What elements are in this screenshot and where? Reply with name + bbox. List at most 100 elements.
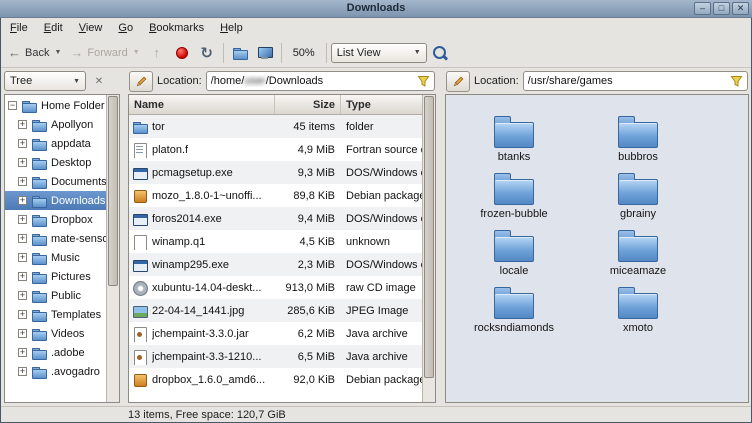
tree-expander-icon[interactable]: − <box>8 101 17 110</box>
table-row[interactable]: winamp.q14,5 KiBunknown <box>129 230 422 253</box>
folder-item-rocksndiamonds[interactable]: rocksndiamonds <box>452 286 576 334</box>
table-row[interactable]: pcmagsetup.exe9,3 MiBDOS/Windows executa… <box>129 161 422 184</box>
table-row[interactable]: xubuntu-14.04-deskt...913,0 MiBraw CD im… <box>129 276 422 299</box>
scrollbar-thumb[interactable] <box>108 96 118 286</box>
sidebar-item-templates[interactable]: +Templates <box>5 305 106 324</box>
menu-bookmarks[interactable]: Bookmarks <box>141 19 212 37</box>
table-row[interactable]: dropbox_1.6.0_amd6...92,0 KiBDebian pack… <box>129 368 422 391</box>
table-row[interactable]: jchempaint-3.3-1210...6,5 MiBJava archiv… <box>129 345 422 368</box>
folder-item-gbrainy[interactable]: gbrainy <box>576 172 700 220</box>
tree-expander-icon[interactable]: + <box>18 272 27 281</box>
tree-expander-icon[interactable]: + <box>18 139 27 148</box>
sidebar-item-mate-sensors[interactable]: +mate-sensors- <box>5 229 106 248</box>
folder-item-bubbros[interactable]: bubbros <box>576 115 700 163</box>
tree-expander-icon[interactable]: + <box>18 310 27 319</box>
file-type: DOS/Windows executable <box>341 259 422 271</box>
file-name: winamp.q1 <box>152 236 205 248</box>
file-name-cell: pcmagsetup.exe <box>129 165 275 181</box>
sidebar-item-music[interactable]: +Music <box>5 248 106 267</box>
folder-item-xmoto[interactable]: xmoto <box>576 286 700 334</box>
path-text: /home/user/Downloads <box>211 75 413 87</box>
tree-expander-icon[interactable]: + <box>18 253 27 262</box>
folder-item-btanks[interactable]: btanks <box>452 115 576 163</box>
tree-expander-icon[interactable]: + <box>18 234 27 243</box>
sidebar-item-label: appdata <box>51 138 91 150</box>
home-button[interactable] <box>228 42 252 64</box>
status-text: 13 items, Free space: 120,7 GiB <box>128 409 286 421</box>
java-archive-icon <box>132 326 148 342</box>
location-input-left[interactable]: /home/user/Downloads <box>206 71 435 91</box>
scrollbar-thumb[interactable] <box>424 96 434 378</box>
menu-bar: FileEditViewGoBookmarksHelp <box>0 18 752 38</box>
menu-file[interactable]: File <box>2 19 36 37</box>
forward-history-chevron-icon[interactable]: ▼ <box>133 49 144 56</box>
sidebar-item-adobe[interactable]: +.adobe <box>5 343 106 362</box>
tree-expander-icon[interactable]: + <box>18 348 27 357</box>
sidebar-item-documents[interactable]: +Documents <box>5 172 106 191</box>
menu-view[interactable]: View <box>71 19 111 37</box>
table-row[interactable]: 22-04-14_1441.jpg285,6 KiBJPEG Image <box>129 299 422 322</box>
tree-expander-icon[interactable]: + <box>18 291 27 300</box>
file-name-cell: jchempaint-3.3-1210... <box>129 349 275 365</box>
column-header-size[interactable]: Size <box>275 95 341 114</box>
filter-funnel-icon[interactable] <box>730 75 743 88</box>
table-row[interactable]: mozo_1.8.0-1~unoffi...89,8 KiBDebian pac… <box>129 184 422 207</box>
sidebar-close-button[interactable]: ✕ <box>90 72 108 90</box>
menu-go[interactable]: Go <box>110 19 141 37</box>
folder-item-locale[interactable]: locale <box>452 229 576 277</box>
tree-expander-icon[interactable]: + <box>18 367 27 376</box>
table-row[interactable]: foros2014.exe9,4 MiBDOS/Windows executab… <box>129 207 422 230</box>
sidebar-item-appdata[interactable]: + appdata <box>5 134 106 153</box>
sidebar-item-public[interactable]: +Public <box>5 286 106 305</box>
sidebar-item-dropbox[interactable]: +Dropbox <box>5 210 106 229</box>
tree-expander-icon[interactable]: + <box>18 329 27 338</box>
reload-button[interactable]: ↻ <box>195 42 219 64</box>
table-row[interactable]: platon.f4,9 MiBFortran source code <box>129 138 422 161</box>
view-mode-select[interactable]: List View ▼ <box>331 43 427 63</box>
title-bar[interactable]: Downloads – □ ✕ <box>0 0 752 18</box>
table-row[interactable]: jchempaint-3.3.0.jar6,2 MiBJava archive <box>129 322 422 345</box>
sidebar-item-pictures[interactable]: +Pictures <box>5 267 106 286</box>
desktop-button[interactable] <box>253 42 277 64</box>
tree-expander-icon[interactable]: + <box>18 196 27 205</box>
tree-expander-icon[interactable]: + <box>18 177 27 186</box>
sidebar-item-avogadro[interactable]: +.avogadro <box>5 362 106 381</box>
up-button[interactable]: ↑ <box>145 42 169 64</box>
menu-help[interactable]: Help <box>212 19 251 37</box>
table-row[interactable]: winamp295.exe2,3 MiBDOS/Windows executab… <box>129 253 422 276</box>
tree-expander-icon[interactable]: + <box>18 215 27 224</box>
sidebar-item-apollyon[interactable]: +Apollyon <box>5 115 106 134</box>
sidebar-item-downloads[interactable]: +Downloads <box>5 191 106 210</box>
file-list-scrollbar[interactable] <box>422 95 435 402</box>
file-name-cell: platon.f <box>129 142 275 158</box>
sidebar-tree: −Home Folder+Apollyon+appdata+Desktop+Do… <box>5 95 106 402</box>
folder-item-miceamaze[interactable]: miceamaze <box>576 229 700 277</box>
table-row[interactable]: tor45 itemsfolder <box>129 115 422 138</box>
back-history-chevron-icon[interactable]: ▼ <box>54 49 65 56</box>
folder-item-frozen-bubble[interactable]: frozen-bubble <box>452 172 576 220</box>
forward-button[interactable]: → Forward <box>66 43 131 62</box>
edit-location-button[interactable] <box>129 71 153 92</box>
sidebar-mode-select[interactable]: Tree ▼ <box>4 71 86 91</box>
sidebar-scrollbar[interactable] <box>106 95 119 402</box>
menu-edit[interactable]: Edit <box>36 19 71 37</box>
tree-expander-icon[interactable]: + <box>18 158 27 167</box>
search-button[interactable] <box>428 42 452 64</box>
location-input-right[interactable]: /usr/share/games <box>523 71 748 91</box>
minimize-button[interactable]: – <box>694 2 711 15</box>
sidebar-item-home-folder[interactable]: −Home Folder <box>5 96 106 115</box>
column-header-name[interactable]: Name <box>129 95 275 114</box>
folder-icon <box>618 122 658 148</box>
column-header-type[interactable]: Type <box>341 95 422 114</box>
close-button[interactable]: ✕ <box>732 2 749 15</box>
edit-location-button-right[interactable] <box>446 71 470 92</box>
file-name-cell: winamp.q1 <box>129 234 275 250</box>
sidebar-item-desktop[interactable]: +Desktop <box>5 153 106 172</box>
folder-icon <box>618 293 658 319</box>
sidebar-item-videos[interactable]: +Videos <box>5 324 106 343</box>
maximize-button[interactable]: □ <box>713 2 730 15</box>
stop-button[interactable] <box>170 42 194 64</box>
back-button[interactable]: ← Back <box>4 43 53 62</box>
tree-expander-icon[interactable]: + <box>18 120 27 129</box>
filter-funnel-icon[interactable] <box>417 75 430 88</box>
